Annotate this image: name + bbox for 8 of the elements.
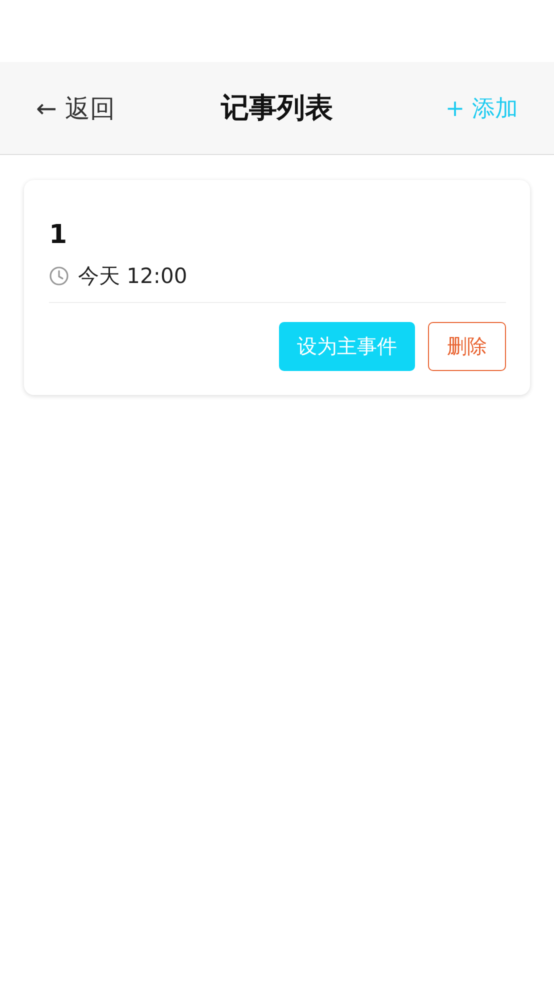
delete-button[interactable]: 删除 — [428, 322, 506, 371]
add-link[interactable]: + 添加 — [445, 92, 518, 124]
note-time: 今天 12:00 — [78, 263, 188, 290]
back-link[interactable]: ← 返回 — [36, 92, 115, 124]
set-main-button[interactable]: 设为主事件 — [279, 322, 415, 371]
note-title: 1 — [49, 220, 68, 250]
page-title: 记事列表 — [221, 90, 333, 126]
clock-icon — [49, 266, 69, 286]
